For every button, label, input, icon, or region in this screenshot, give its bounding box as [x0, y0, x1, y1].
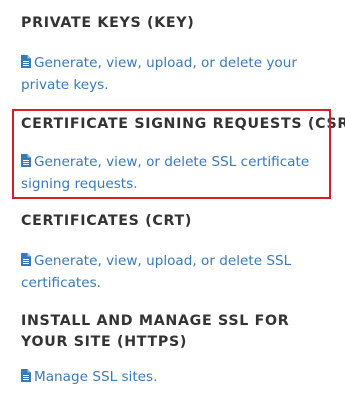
section-csr: CERTIFICATE SIGNING REQUESTS (CSR) Gener…	[21, 114, 345, 195]
csr-link[interactable]: Generate, view, or delete SSL certificat…	[21, 152, 339, 195]
manage-ssl-link[interactable]: Manage SSL sites.	[21, 367, 339, 389]
section-title-manage-ssl: INSTALL AND MANAGE SSL FOR YOUR SITE (HT…	[21, 313, 290, 350]
section-manage-ssl: INSTALL AND MANAGE SSL FOR YOUR SITE (HT…	[21, 311, 339, 389]
document-icon	[21, 253, 31, 266]
document-icon	[21, 55, 31, 68]
document-icon	[21, 369, 31, 382]
csr-link-text[interactable]: Generate, view, or delete SSL certificat…	[21, 154, 309, 192]
document-icon	[21, 154, 31, 167]
private-keys-link[interactable]: Generate, view, upload, or delete your p…	[21, 53, 339, 96]
section-title-csr: CERTIFICATE SIGNING REQUESTS (CSR)	[21, 116, 345, 132]
certificates-link[interactable]: Generate, view, upload, or delete SSL ce…	[21, 251, 339, 294]
certificates-link-text[interactable]: Generate, view, upload, or delete SSL ce…	[21, 253, 291, 291]
section-private-keys: PRIVATE KEYS (KEY) Generate, view, uploa…	[21, 13, 339, 96]
section-certificates: CERTIFICATES (CRT) Generate, view, uploa…	[21, 211, 339, 294]
section-title-certificates: CERTIFICATES (CRT)	[21, 213, 193, 229]
manage-ssl-link-text[interactable]: Manage SSL sites.	[34, 369, 157, 385]
section-title-private-keys: PRIVATE KEYS (KEY)	[21, 15, 195, 31]
private-keys-link-text[interactable]: Generate, view, upload, or delete your p…	[21, 55, 297, 93]
